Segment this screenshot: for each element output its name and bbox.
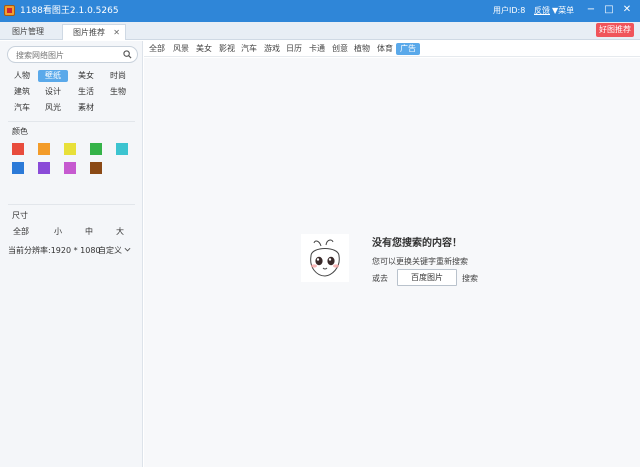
topcat-ads[interactable]: 广告 bbox=[396, 43, 420, 55]
size-option-medium[interactable]: 中 bbox=[79, 226, 99, 237]
title-bar: 1188看图王2.1.0.5265 用户ID:8 反馈 ▼菜单 − □ ✕ bbox=[0, 0, 640, 22]
category-architecture[interactable]: 建筑 bbox=[7, 86, 37, 98]
chevron-down-icon[interactable] bbox=[124, 246, 131, 253]
category-wallpaper[interactable]: 壁纸 bbox=[38, 70, 68, 82]
size-section-label: 尺寸 bbox=[12, 211, 28, 220]
recommend-button[interactable]: 好图推荐 bbox=[596, 23, 634, 37]
divider bbox=[8, 121, 135, 122]
color-swatch-blue[interactable] bbox=[12, 162, 24, 174]
search-icon[interactable] bbox=[123, 50, 132, 59]
topcat-beauty[interactable]: 美女 bbox=[193, 43, 215, 55]
tab-image-manager[interactable]: 图片管理 bbox=[0, 24, 62, 40]
topcat-sports[interactable]: 体育 bbox=[374, 43, 396, 55]
color-swatch-purple[interactable] bbox=[38, 162, 50, 174]
topcat-scenery[interactable]: 风景 bbox=[170, 43, 192, 55]
divider bbox=[8, 204, 135, 205]
baidu-images-button[interactable]: 百度图片 bbox=[397, 269, 457, 286]
minimize-icon[interactable]: − bbox=[584, 3, 598, 17]
category-material[interactable]: 素材 bbox=[71, 102, 101, 114]
search-input[interactable] bbox=[16, 49, 126, 61]
color-swatch-green[interactable] bbox=[90, 143, 102, 155]
main-content: 没有您搜索的内容！ 您可以更换关键字重新搜索 或去 百度图片 搜索 bbox=[144, 58, 640, 467]
topcat-cars[interactable]: 汽车 bbox=[238, 43, 260, 55]
close-window-icon[interactable]: ✕ bbox=[620, 3, 634, 17]
topcat-creative[interactable]: 创意 bbox=[329, 43, 351, 55]
color-swatch-brown[interactable] bbox=[90, 162, 102, 174]
app-logo-icon bbox=[4, 5, 15, 16]
empty-mascot-image bbox=[301, 234, 349, 282]
size-option-all[interactable]: 全部 bbox=[11, 226, 31, 237]
color-swatch-pink[interactable] bbox=[64, 162, 76, 174]
app-title: 1188看图王2.1.0.5265 bbox=[20, 6, 119, 16]
category-creatures[interactable]: 生物 bbox=[103, 86, 133, 98]
topcat-all[interactable]: 全部 bbox=[146, 43, 168, 55]
category-people[interactable]: 人物 bbox=[7, 70, 37, 82]
maximize-icon[interactable]: □ bbox=[602, 3, 616, 17]
topcat-calendar[interactable]: 日历 bbox=[283, 43, 305, 55]
topcat-movies[interactable]: 影视 bbox=[215, 43, 239, 55]
color-swatch-orange[interactable] bbox=[38, 143, 50, 155]
sidebar: 人物 壁纸 美女 时尚 建筑 设计 生活 生物 汽车 风光 素材 颜色 尺寸 全… bbox=[0, 41, 143, 467]
category-design[interactable]: 设计 bbox=[38, 86, 68, 98]
tab-bar: 图片管理 图片推荐 ✕ bbox=[0, 22, 640, 40]
category-beauty[interactable]: 美女 bbox=[71, 70, 101, 82]
empty-title: 没有您搜索的内容！ bbox=[372, 238, 462, 249]
topcat-games[interactable]: 游戏 bbox=[261, 43, 283, 55]
color-swatch-cyan[interactable] bbox=[116, 143, 128, 155]
size-option-small[interactable]: 小 bbox=[48, 226, 68, 237]
close-tab-icon[interactable]: ✕ bbox=[113, 25, 120, 41]
category-fashion[interactable]: 时尚 bbox=[103, 70, 133, 82]
user-id-label: 用户ID:8 bbox=[493, 6, 526, 15]
tab-image-recommend[interactable]: 图片推荐 ✕ bbox=[62, 24, 126, 40]
search-box[interactable] bbox=[7, 46, 138, 63]
color-section-label: 颜色 bbox=[12, 127, 28, 136]
category-bar: 全部 风景 美女 影视 汽车 游戏 日历 卡通 创意 植物 体育 广告 bbox=[144, 41, 640, 57]
topcat-plants[interactable]: 植物 bbox=[351, 43, 373, 55]
topcat-cartoon[interactable]: 卡通 bbox=[306, 43, 328, 55]
current-resolution: 当前分辨率:1920 * 1080 bbox=[8, 246, 101, 255]
category-scenery[interactable]: 风光 bbox=[38, 102, 68, 114]
color-swatch-red[interactable] bbox=[12, 143, 24, 155]
or-go-label: 或去 bbox=[372, 274, 388, 283]
feedback-link[interactable]: 反馈 bbox=[534, 5, 550, 17]
tab-label: 图片推荐 bbox=[73, 28, 105, 37]
size-option-large[interactable]: 大 bbox=[110, 226, 130, 237]
category-life[interactable]: 生活 bbox=[71, 86, 101, 98]
sad-mascot-icon bbox=[301, 234, 349, 282]
custom-size-dropdown[interactable]: 自定义 bbox=[98, 245, 122, 256]
menu-button[interactable]: ▼菜单 bbox=[552, 5, 574, 17]
empty-hint: 您可以更换关键字重新搜索 bbox=[372, 257, 468, 266]
search-suffix-label: 搜索 bbox=[462, 274, 478, 283]
category-cars[interactable]: 汽车 bbox=[7, 102, 37, 114]
color-swatch-yellow[interactable] bbox=[64, 143, 76, 155]
